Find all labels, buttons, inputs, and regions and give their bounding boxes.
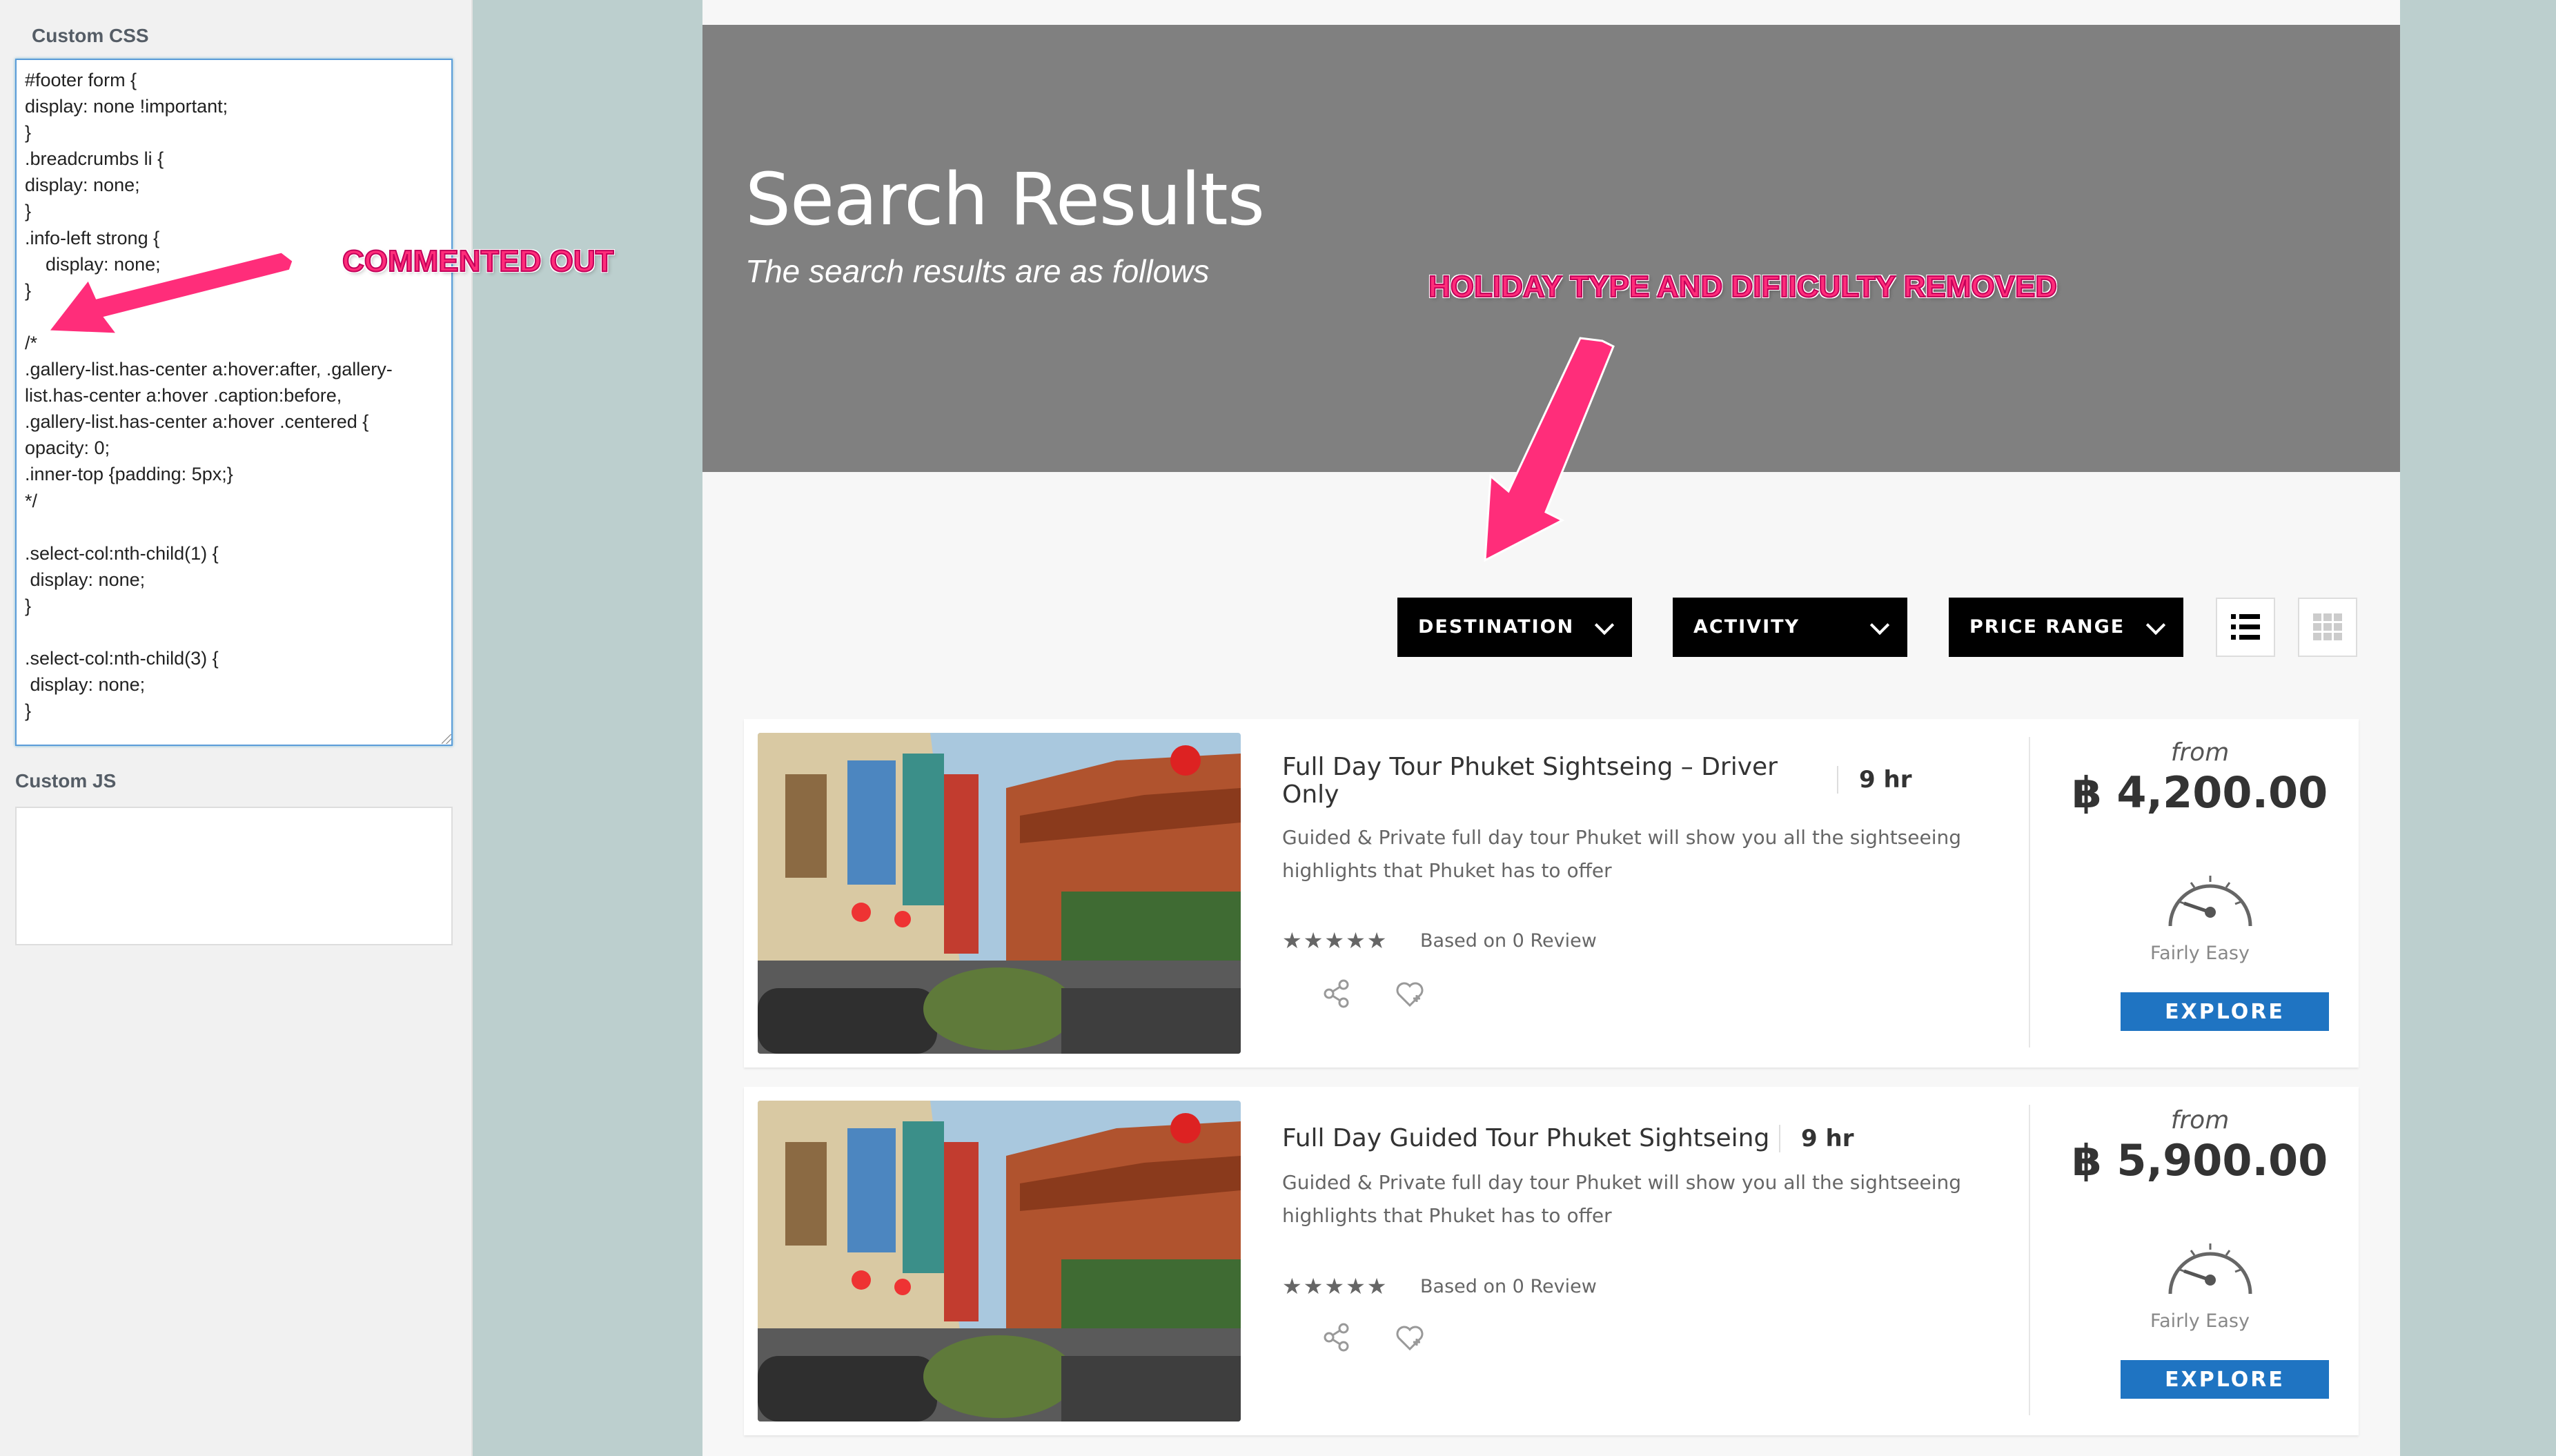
admin-settings-panel: Custom CSS #footer form { display: none … — [0, 0, 473, 1456]
search-results-page: Search Results The search results are as… — [702, 0, 2400, 1456]
share-icon[interactable] — [1321, 978, 1353, 1010]
grid-view-button[interactable] — [2298, 598, 2357, 657]
chevron-down-icon — [1594, 615, 1615, 636]
explore-button[interactable]: EXPLORE — [2121, 992, 2329, 1031]
tour-price: ฿ 5,900.00 — [2072, 1135, 2328, 1186]
annotation-holiday-type-removed: HOLIDAY TYPE AND DIFIICULTY REMOVED — [1428, 269, 2058, 304]
annotation-commented-out: COMMENTED OUT — [342, 244, 615, 279]
rating-stars: ★★★★★ — [1282, 1274, 1388, 1299]
page-subtitle: The search results are as follows — [745, 253, 1210, 289]
price-from-label: from — [2170, 738, 2230, 767]
explore-button[interactable]: EXPLORE — [2121, 1360, 2329, 1399]
difficulty-label: Fairly Easy — [2150, 943, 2250, 964]
price-from-label: from — [2170, 1106, 2230, 1134]
price-range-filter-dropdown[interactable]: PRICE RANGE — [1949, 598, 2183, 657]
rating-stars: ★★★★★ — [1282, 928, 1388, 953]
wishlist-heart-icon[interactable] — [1394, 1321, 1426, 1353]
tour-title[interactable]: Full Day Tour Phuket Sightseing – Driver… — [1282, 754, 1793, 809]
difficulty-gauge-icon — [2168, 1243, 2252, 1295]
tour-result-card: Full Day Tour Phuket Sightseing – Driver… — [744, 719, 2359, 1068]
tour-title[interactable]: Full Day Guided Tour Phuket Sightseing — [1282, 1125, 1793, 1152]
difficulty-label: Fairly Easy — [2150, 1310, 2250, 1332]
list-view-button[interactable] — [2216, 598, 2275, 657]
destination-filter-dropdown[interactable]: DESTINATION — [1397, 598, 1632, 657]
chevron-down-icon — [2145, 615, 2166, 636]
tour-description: Guided & Private full day tour Phuket wi… — [1282, 1171, 1962, 1227]
card-divider — [2029, 1105, 2030, 1415]
grid-view-icon — [2313, 613, 2342, 640]
tour-photo[interactable] — [758, 1101, 1241, 1421]
wishlist-heart-icon[interactable] — [1394, 978, 1426, 1010]
price-range-filter-label: PRICE RANGE — [1969, 616, 2125, 638]
tour-price: ฿ 4,200.00 — [2072, 767, 2328, 818]
difficulty-gauge-icon — [2168, 876, 2252, 927]
activity-filter-label: ACTIVITY — [1693, 616, 1800, 638]
custom-js-label: Custom JS — [15, 770, 117, 791]
tour-duration: 9 hr — [1779, 1125, 1854, 1152]
tour-description: Guided & Private full day tour Phuket wi… — [1282, 826, 1962, 882]
hero-banner: Search Results The search results are as… — [702, 25, 2400, 472]
tour-duration: 9 hr — [1837, 766, 1911, 794]
custom-css-label: Custom CSS — [32, 25, 149, 46]
custom-js-textarea[interactable] — [15, 807, 453, 945]
review-count: Based on 0 Review — [1420, 930, 1597, 952]
css-resize-grip[interactable] — [442, 734, 451, 744]
activity-filter-dropdown[interactable]: ACTIVITY — [1673, 598, 1907, 657]
page-top-strip — [702, 0, 2400, 25]
tour-photo[interactable] — [758, 733, 1241, 1054]
destination-filter-label: DESTINATION — [1418, 616, 1575, 638]
tour-result-card: Full Day Guided Tour Phuket Sightseing 9… — [744, 1087, 2359, 1435]
review-count: Based on 0 Review — [1420, 1276, 1597, 1297]
card-divider — [2029, 737, 2030, 1047]
chevron-down-icon — [1869, 615, 1890, 636]
page-title: Search Results — [745, 157, 1265, 242]
share-icon[interactable] — [1321, 1321, 1353, 1353]
list-view-icon — [2231, 614, 2260, 640]
custom-css-textarea[interactable]: #footer form { display: none !important;… — [15, 59, 453, 746]
